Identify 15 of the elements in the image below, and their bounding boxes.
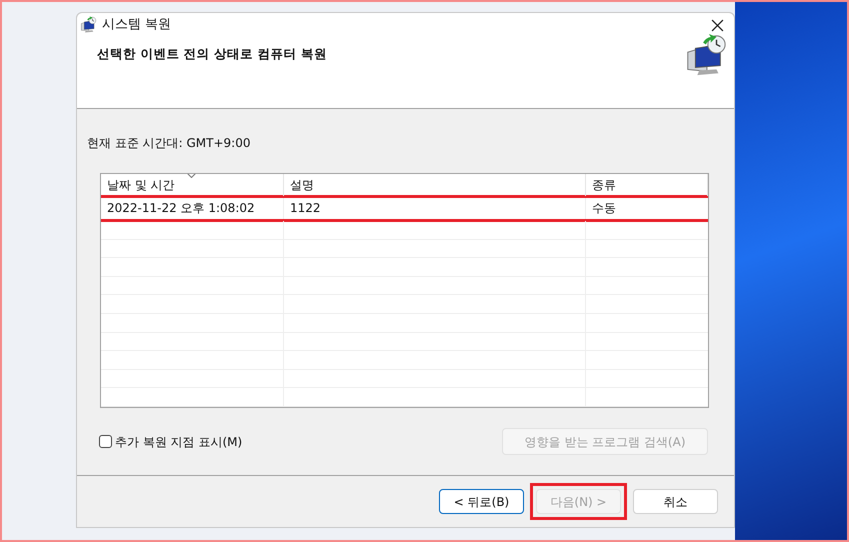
table-cell: 1122 [284, 196, 586, 220]
table-cell: 2022-11-22 오후 1:08:02 [101, 196, 284, 220]
column-header[interactable]: 설명 [284, 174, 586, 196]
checkbox[interactable] [99, 435, 112, 448]
dialog-button[interactable]: 취소 [633, 489, 718, 514]
column-header[interactable]: 날짜 및 시간 [101, 174, 284, 196]
table-cell-text: 수동 [591, 200, 617, 217]
show-more-checkbox[interactable]: 추가 복원 지점 표시(M) [99, 432, 242, 450]
table-row[interactable]: 2022-11-22 오후 1:08:02 1122 수동 [101, 196, 708, 221]
column-header[interactable]: 종류 [586, 174, 708, 196]
window-title: 시스템 복원 [102, 16, 172, 34]
dialog-heading: 선택한 이벤트 전의 상태로 컴퓨터 복원 [97, 45, 327, 63]
dialog-button[interactable]: < 뒤로(B) [439, 489, 524, 514]
timezone-label: 현재 표준 시간대: GMT+9:00 [87, 135, 252, 152]
close-icon [710, 18, 724, 32]
